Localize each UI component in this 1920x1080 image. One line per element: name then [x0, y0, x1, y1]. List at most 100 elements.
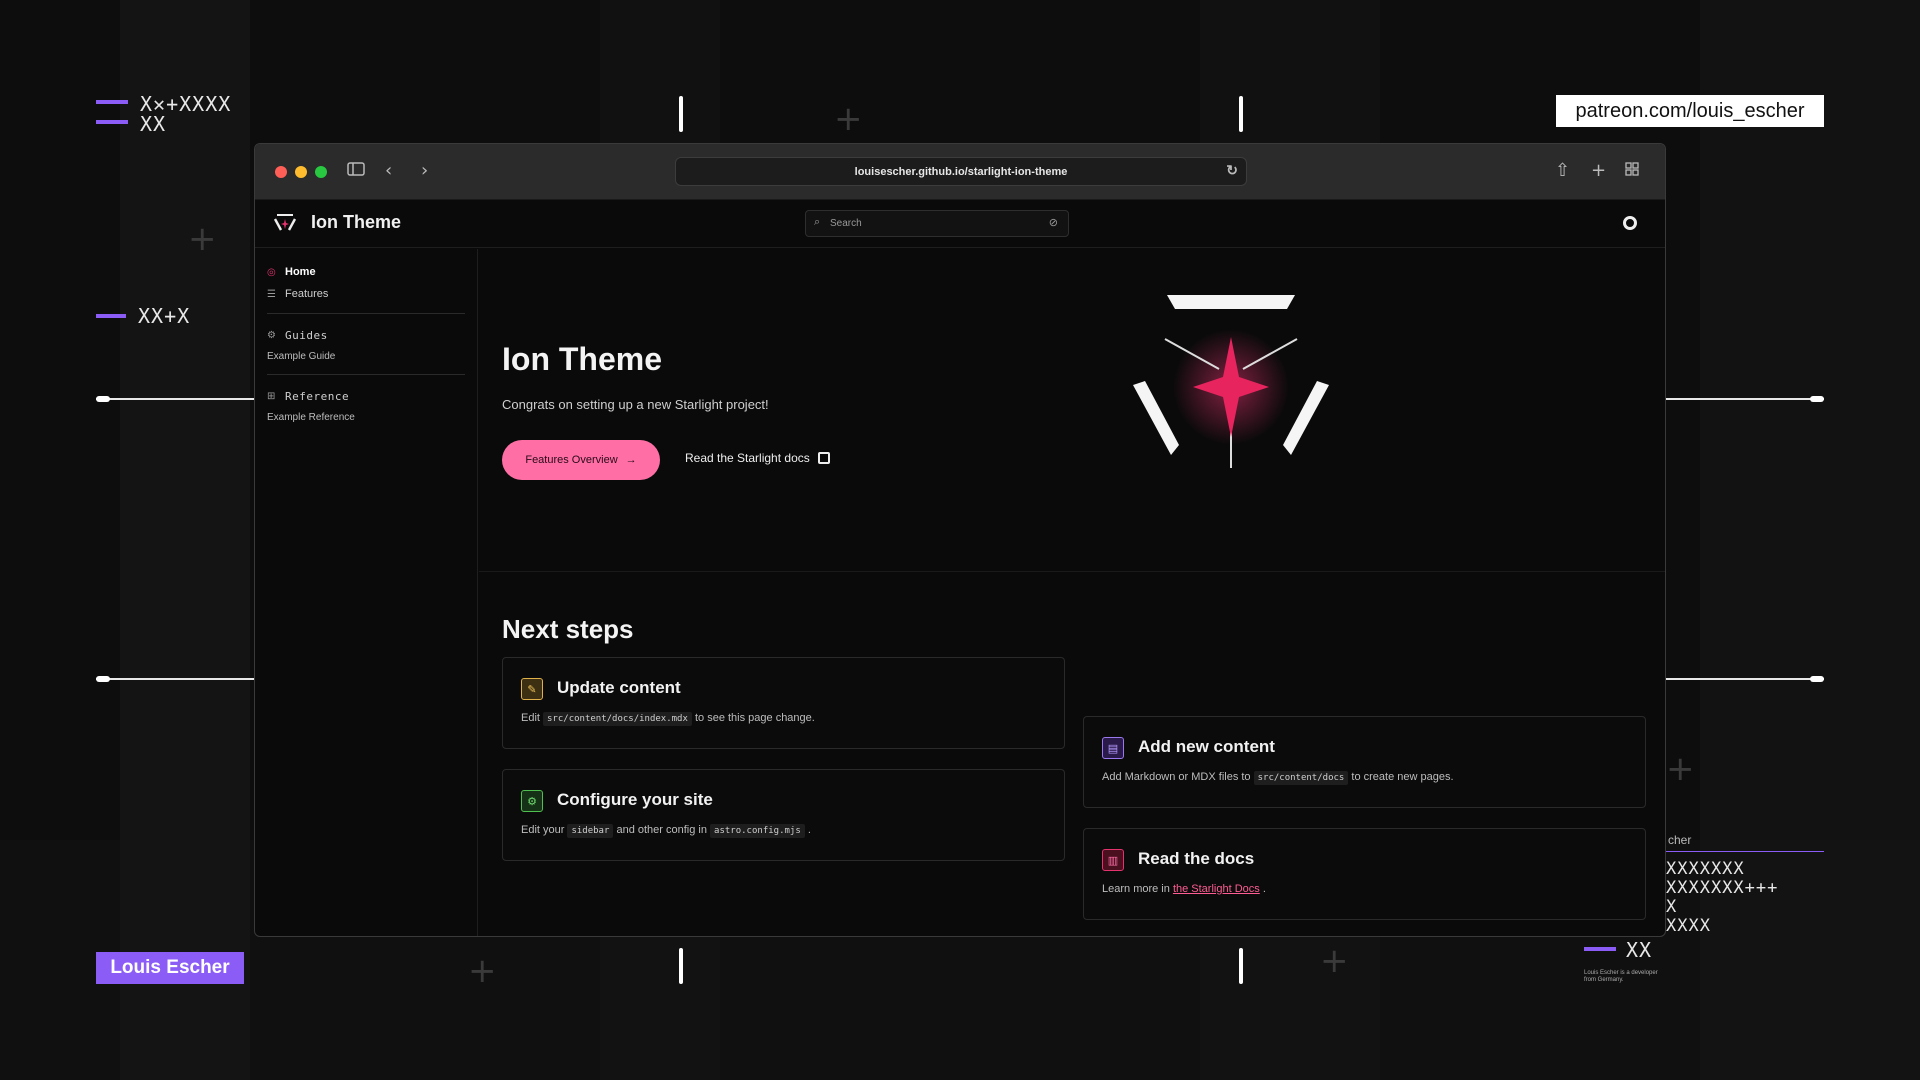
hero-title: Ion Theme — [502, 341, 663, 377]
main-content: Ion Theme Congrats on setting up a new S… — [479, 249, 1665, 936]
book-icon: ▥ — [1102, 849, 1124, 871]
gear-icon: ⚙ — [267, 329, 277, 341]
deco-line — [96, 678, 254, 680]
search-icon: ⌕ — [814, 216, 821, 228]
card-text: Edit — [521, 712, 544, 724]
divider — [267, 313, 465, 314]
code-snippet: src/content/docs/index.mdx — [543, 712, 692, 726]
search-input[interactable]: ⌕ Search ⊘ — [805, 210, 1069, 237]
share-icon[interactable]: ⇧ — [1555, 160, 1570, 182]
deco-bar — [1584, 947, 1616, 951]
arrow-right-icon: → — [625, 454, 637, 466]
new-tab-icon[interactable]: + — [1591, 160, 1606, 182]
sidebar-toggle-icon[interactable] — [347, 160, 365, 182]
sidebar: ◎ Home ☰ Features ⚙ Guides Example Guide… — [255, 249, 478, 936]
card-body: Learn more in the Starlight Docs . — [1102, 883, 1266, 895]
card-read-docs: ▥ Read the docs Learn more in the Starli… — [1083, 828, 1646, 920]
deco-crosses: XXXXXXX XXXXXXX+++ X XXXX — [1666, 859, 1779, 936]
card-text: . — [1262, 883, 1266, 895]
sidebar-item-label: Features — [285, 288, 329, 300]
deco-crosses: XX+X — [138, 304, 191, 328]
back-icon[interactable]: ‹ — [385, 160, 392, 182]
author-badge: Louis Escher — [96, 952, 244, 984]
minimize-window-button[interactable] — [295, 166, 307, 178]
code-snippet: sidebar — [567, 824, 614, 838]
document-icon: ▤ — [1102, 737, 1124, 759]
card-body: Edit your sidebar and other config in as… — [521, 824, 811, 838]
search-placeholder: Search — [830, 218, 862, 229]
card-title: Configure your site — [557, 790, 713, 809]
deco-crosses: XX — [1626, 938, 1653, 962]
card-add-content: ▤ Add new content Add Markdown or MDX fi… — [1083, 716, 1646, 808]
deco-dot — [1810, 396, 1824, 402]
deco-vbar — [1239, 96, 1243, 132]
deco-vbar — [679, 96, 683, 132]
card-text: Edit your — [521, 824, 568, 836]
divider — [267, 374, 465, 375]
card-title: Update content — [557, 678, 681, 697]
maximize-window-button[interactable] — [315, 166, 327, 178]
reload-icon[interactable]: ↻ — [1226, 162, 1238, 179]
sidebar-item-example-guide[interactable]: Example Guide — [267, 346, 465, 366]
starlight-docs-card-link[interactable]: the Starlight Docs — [1173, 883, 1260, 895]
browser-titlebar: ‹ › louisescher.github.io/starlight-ion-… — [255, 144, 1665, 200]
sidebar-item-home[interactable]: ◎ Home — [267, 261, 465, 283]
card-title: Read the docs — [1138, 849, 1255, 868]
button-label: Features Overview — [525, 454, 618, 466]
sidebar-group-reference[interactable]: ⊞ Reference — [267, 385, 465, 407]
sidebar-item-features[interactable]: ☰ Features — [267, 283, 465, 305]
code-snippet: src/content/docs — [1253, 771, 1349, 785]
home-icon: ◎ — [267, 266, 276, 278]
card-text: Add Markdown or MDX files to — [1102, 771, 1254, 783]
deco-plus: + — [468, 951, 497, 991]
hero-tagline: Congrats on setting up a new Starlight p… — [502, 397, 769, 412]
section-divider — [479, 571, 1665, 572]
deco-plus: + — [834, 99, 863, 139]
card-update-content: ✎ Update content Edit src/content/docs/i… — [502, 657, 1065, 749]
card-text: . — [807, 824, 811, 836]
deco-plus: + — [188, 219, 217, 259]
next-steps-title: Next steps — [502, 614, 634, 644]
tiny-note: Louis Escher is a developer from Germany… — [1584, 970, 1658, 983]
card-body: Edit src/content/docs/index.mdx to see t… — [521, 712, 815, 726]
deco-bar — [96, 120, 128, 124]
card-configure-site: ⚙ Configure your site Edit your sidebar … — [502, 769, 1065, 861]
deco-line — [1666, 851, 1824, 852]
site-header: Ion Theme ⌕ Search ⊘ — [255, 200, 1665, 248]
site-logo-icon[interactable] — [273, 213, 297, 238]
deco-vbar — [1239, 948, 1243, 984]
sidebar-group-guides[interactable]: ⚙ Guides — [267, 324, 465, 346]
github-icon[interactable] — [1623, 216, 1637, 230]
address-bar[interactable]: louisescher.github.io/starlight-ion-them… — [675, 157, 1247, 186]
close-window-button[interactable] — [275, 166, 287, 178]
forward-icon[interactable]: › — [421, 160, 428, 182]
sidebar-item-example-reference[interactable]: Example Reference — [267, 407, 465, 427]
sidebar-group-label: Reference — [285, 389, 350, 403]
pencil-icon: ✎ — [521, 678, 543, 700]
link-label: Read the Starlight docs — [685, 451, 810, 465]
card-title: Add new content — [1138, 737, 1275, 756]
features-overview-button[interactable]: Features Overview → — [502, 440, 660, 480]
deco-dot — [1810, 676, 1824, 682]
deco-bar — [96, 314, 126, 318]
deco-plus: + — [1666, 749, 1695, 789]
deco-line — [1666, 678, 1824, 680]
patreon-label: patreon.com/louis_escher — [1556, 95, 1824, 127]
deco-plus: + — [1320, 941, 1349, 981]
card-text: to see this page change. — [694, 712, 815, 724]
card-body: Add Markdown or MDX files to src/content… — [1102, 771, 1454, 785]
sidebar-group-label: Guides — [285, 328, 328, 342]
deco-line — [96, 398, 254, 400]
site-title[interactable]: Ion Theme — [311, 212, 401, 233]
card-text: and other config in — [616, 824, 711, 836]
url-text: louisescher.github.io/starlight-ion-them… — [854, 165, 1068, 178]
code-snippet: astro.config.mjs — [710, 824, 805, 838]
deco-dot — [96, 676, 110, 682]
deco-crosses: X✕+XXXX XX — [140, 92, 232, 136]
starlight-docs-link[interactable]: Read the Starlight docs — [685, 451, 830, 465]
external-link-icon — [817, 452, 830, 464]
tab-overview-icon[interactable] — [1625, 160, 1639, 182]
card-text: to create new pages. — [1351, 771, 1454, 783]
list-icon: ☰ — [267, 288, 276, 300]
card-text: Learn more in — [1102, 883, 1173, 895]
